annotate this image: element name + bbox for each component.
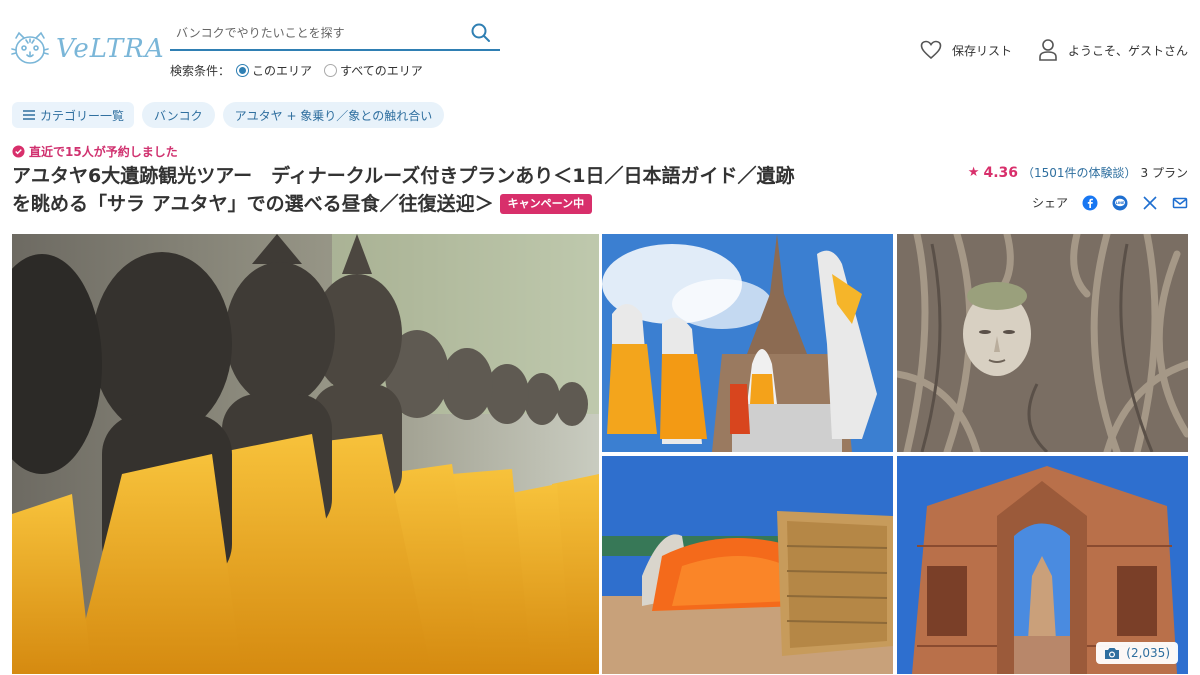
campaign-badge: キャンペーン中 <box>499 194 593 214</box>
mail-icon[interactable] <box>1172 195 1188 211</box>
search-bar <box>170 18 500 51</box>
plan-count: 3 プラン <box>1140 166 1188 180</box>
account-link[interactable]: ようこそ、ゲストさん <box>1038 38 1188 62</box>
camera-icon <box>1105 648 1120 659</box>
wat-yai-chai-mongkhon-photo[interactable] <box>602 234 893 452</box>
category-label: カテゴリー一覧 <box>40 108 125 123</box>
header-actions: 保存リスト ようこそ、ゲストさん <box>920 38 1188 62</box>
category-list-button[interactable]: カテゴリー一覧 <box>12 102 135 128</box>
search-filter: 検索条件： このエリア すべてのエリア <box>170 62 429 79</box>
radio-label: このエリア <box>252 64 313 78</box>
photo-gallery: (2,035) <box>12 234 1188 674</box>
filter-label: 検索条件： <box>170 64 231 78</box>
facebook-icon[interactable] <box>1082 195 1098 211</box>
x-icon[interactable] <box>1142 195 1158 211</box>
share-label: シェア <box>1031 196 1068 210</box>
radio-all-areas[interactable]: すべてのエリア <box>324 62 423 79</box>
review-count-link[interactable]: （1501件の体験談） <box>1022 164 1137 181</box>
recent-booking-notice: 直近で15人が予約しました <box>12 143 178 160</box>
check-circle-icon <box>12 145 25 158</box>
radio-unchecked-icon[interactable] <box>324 64 338 77</box>
breadcrumb-ayutthaya[interactable]: アユタヤ + 象乗り／象との触れ合い <box>222 102 445 128</box>
reclining-buddha-photo[interactable] <box>602 456 893 674</box>
search-input[interactable] <box>170 18 460 48</box>
recent-booking-text: 直近で15人が予約しました <box>29 145 178 159</box>
search-icon[interactable] <box>470 22 492 44</box>
tour-title: アユタヤ6大遺跡観光ツアー ディナークルーズ付きプランあり＜1日／日本語ガイド／… <box>12 165 795 215</box>
save-list-label: 保存リスト <box>951 43 1012 58</box>
welcome-label: ようこそ、ゲストさん <box>1067 43 1188 58</box>
photo-count-label: (2,035) <box>1126 646 1170 660</box>
page-title: アユタヤ6大遺跡観光ツアー ディナークルーズ付きプランあり＜1日／日本語ガイド／… <box>12 162 802 218</box>
svg-text:LINE: LINE <box>1116 201 1125 205</box>
heart-icon <box>920 40 942 60</box>
rating-score: 4.36 <box>983 164 1018 181</box>
radio-this-area[interactable]: このエリア <box>236 62 312 79</box>
breadcrumb: カテゴリー一覧 バンコク アユタヤ + 象乗り／象との触れ合い <box>12 102 445 128</box>
menu-icon <box>23 110 35 120</box>
buddha-head-in-tree-photo[interactable] <box>897 234 1188 452</box>
rating-summary: ★ 4.36 （1501件の体験談） 3 プラン <box>968 164 1188 181</box>
radio-label: すべてのエリア <box>340 64 423 78</box>
user-icon <box>1039 39 1057 61</box>
star-icon: ★ <box>967 165 980 180</box>
breadcrumb-bangkok[interactable]: バンコク <box>142 102 215 128</box>
tiger-logo-icon <box>11 31 49 64</box>
photo-count-button[interactable]: (2,035) <box>1096 642 1178 664</box>
buddha-statues-row-photo[interactable] <box>12 234 599 674</box>
line-icon[interactable]: LINE <box>1112 195 1128 211</box>
logo-text: VeLTRA <box>56 34 165 64</box>
save-list-link[interactable]: 保存リスト <box>920 40 1012 60</box>
veltra-logo[interactable]: VeLTRA <box>10 30 165 68</box>
share-bar: シェア LINE <box>1032 194 1188 211</box>
radio-checked-icon[interactable] <box>236 64 250 77</box>
